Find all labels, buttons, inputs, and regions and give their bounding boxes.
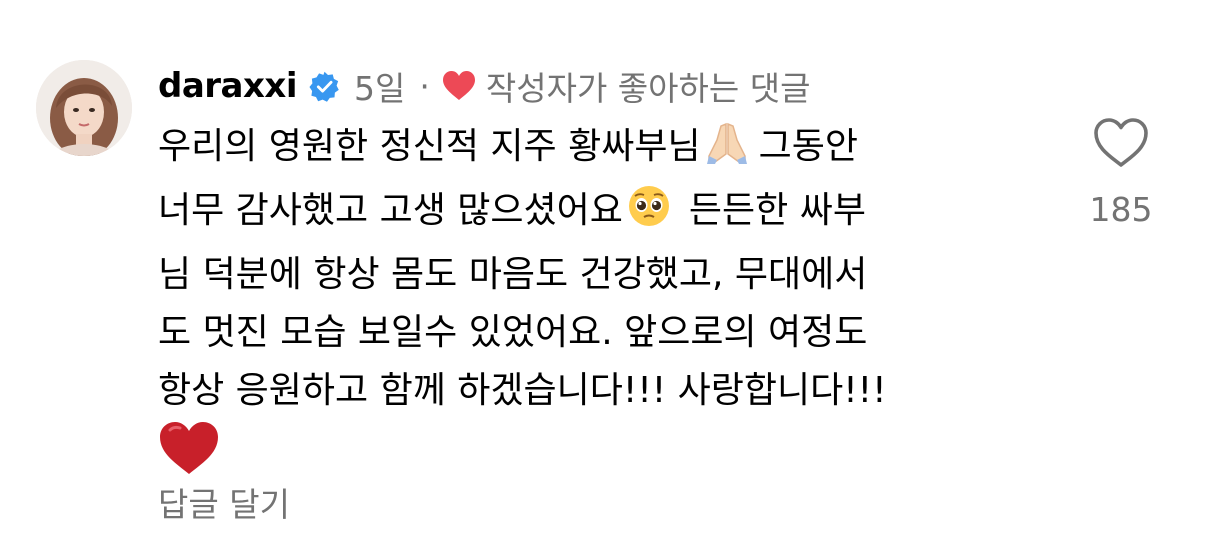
like-outline-icon[interactable] xyxy=(1093,117,1149,169)
comment-line: 항상 응원하고 함께 하겠습니다!!! 사랑합니다!!! xyxy=(158,370,887,411)
username[interactable]: daraxxi xyxy=(158,66,298,106)
comment-line: 도 멋진 모습 보일수 있었어요. 앞으로의 여정도 xyxy=(158,312,868,353)
avatar[interactable] xyxy=(36,60,132,156)
comment-line-text: 우리의 영원한 정신적 지주 황싸부님 xyxy=(158,126,701,167)
comment-line xyxy=(158,420,1058,494)
reply-button[interactable]: 답글 달기 xyxy=(158,478,290,526)
like-count: 185 xyxy=(1089,190,1153,229)
creator-liked-label: 작성자가 좋아하는 댓글 xyxy=(485,69,811,108)
pleading-face-emoji xyxy=(627,184,671,246)
comment-text: 우리의 영원한 정신적 지주 황싸부님 그동안 너무 감사했고 고생 많으셨어요 xyxy=(158,118,1058,494)
heart-icon xyxy=(442,70,476,102)
comment-line: 우리의 영원한 정신적 지주 황싸부님 그동안 xyxy=(158,118,1058,182)
comment-time: 5일 xyxy=(354,69,406,108)
comment-line-text: 든든한 싸부 xyxy=(688,190,866,231)
comment-line-text: 그동안 xyxy=(758,126,858,167)
verified-badge-icon xyxy=(309,71,340,102)
comment-line: 님 덕분에 항상 몸도 마음도 건강했고, 무대에서 xyxy=(158,254,868,295)
comment-line-text: 너무 감사했고 고생 많으셨어요 xyxy=(158,190,623,231)
comment-header: daraxxi 5일 · 작성자가 좋아하는 댓글 xyxy=(158,62,810,110)
comment-line: 너무 감사했고 고생 많으셨어요 든든한 싸부 xyxy=(158,182,1058,246)
folded-hands-emoji xyxy=(705,120,749,182)
separator-dot: · xyxy=(419,66,430,106)
